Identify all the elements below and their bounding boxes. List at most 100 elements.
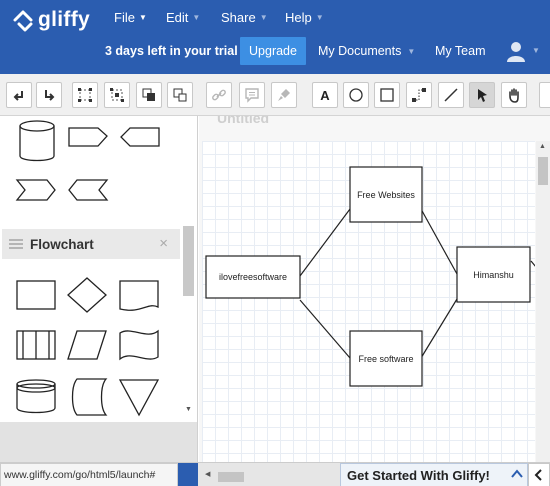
panel-scrollbar-thumb[interactable] bbox=[183, 226, 194, 296]
document-title[interactable]: Untitled bbox=[217, 116, 269, 126]
pointer-tool-icon bbox=[478, 89, 487, 102]
format-painter-button[interactable] bbox=[271, 82, 297, 108]
text-tool-button[interactable]: A bbox=[312, 82, 338, 108]
diagram-canvas[interactable]: ilovefreesoftware Free Websites Free sof… bbox=[202, 141, 535, 462]
menu-edit[interactable]: Edit ▼ bbox=[166, 10, 200, 25]
select-group-icon bbox=[78, 88, 92, 102]
user-avatar-icon[interactable] bbox=[505, 40, 527, 62]
stored-data-cylinder-shape[interactable] bbox=[15, 376, 59, 416]
chevron-down-icon[interactable]: ▼ bbox=[532, 46, 540, 55]
logo-text: gliffy bbox=[38, 8, 90, 31]
menu-help-label: Help bbox=[285, 10, 312, 25]
comment-icon bbox=[245, 88, 259, 103]
scroll-up-icon[interactable]: ▲ bbox=[539, 143, 546, 150]
link-icon bbox=[212, 89, 226, 101]
link-button[interactable] bbox=[206, 82, 232, 108]
my-team-link[interactable]: My Team bbox=[435, 44, 485, 58]
select-group-button[interactable] bbox=[72, 82, 98, 108]
document-shape[interactable] bbox=[117, 276, 161, 314]
gliffy-logo-icon bbox=[13, 10, 33, 32]
menu-edit-label: Edit bbox=[166, 10, 189, 25]
upgrade-button[interactable]: Upgrade bbox=[240, 37, 306, 65]
flowchart-section-header[interactable]: Flowchart × bbox=[2, 229, 180, 259]
undo-button[interactable] bbox=[6, 82, 32, 108]
node-label: Free Websites bbox=[357, 189, 415, 200]
pan-tool-icon bbox=[509, 88, 519, 103]
get-started-label: Get Started With Gliffy! bbox=[347, 467, 490, 483]
chevron-up-icon[interactable] bbox=[510, 467, 524, 481]
database-shape[interactable] bbox=[18, 120, 56, 162]
chevron-down-icon: ▼ bbox=[192, 13, 201, 22]
gliffy-app: gliffy File ▼ Edit ▼ Share ▼ Help ▼ 3 da… bbox=[0, 0, 550, 486]
node-label: ilovefreesoftware bbox=[218, 272, 288, 282]
chevron-shape[interactable] bbox=[14, 172, 58, 204]
reverse-chevron-shape[interactable] bbox=[66, 172, 110, 204]
text-tool-icon: A bbox=[320, 88, 330, 103]
format-painter-icon bbox=[278, 89, 290, 101]
close-icon[interactable]: × bbox=[159, 235, 168, 252]
line-tool-button[interactable] bbox=[438, 82, 464, 108]
node-label: Himanshu bbox=[473, 269, 514, 280]
menu-help[interactable]: Help ▼ bbox=[285, 10, 324, 25]
predefined-process-shape[interactable] bbox=[15, 326, 59, 364]
rectangle-tool-icon bbox=[380, 88, 394, 102]
toolbar-overflow-button[interactable] bbox=[539, 82, 550, 108]
connector-line[interactable] bbox=[420, 208, 458, 275]
ungroup-button[interactable] bbox=[104, 82, 130, 108]
display-shape[interactable] bbox=[118, 120, 162, 152]
top-header: gliffy File ▼ Edit ▼ Share ▼ Help ▼ 3 da… bbox=[0, 0, 550, 74]
chevron-down-icon: ▼ bbox=[407, 46, 416, 56]
menu-share[interactable]: Share ▼ bbox=[221, 10, 268, 25]
connector-tool-icon bbox=[412, 88, 426, 102]
send-to-back-button[interactable] bbox=[167, 82, 193, 108]
rectangle-tool-button[interactable] bbox=[374, 82, 400, 108]
ellipse-tool-button[interactable] bbox=[343, 82, 369, 108]
status-url: www.gliffy.com/go/html5/launch# bbox=[0, 463, 178, 486]
canvas-vertical-scrollbar[interactable]: ▲ bbox=[536, 141, 550, 462]
connector-line[interactable] bbox=[299, 208, 351, 277]
redo-button[interactable] bbox=[36, 82, 62, 108]
drag-handle-icon[interactable] bbox=[9, 239, 23, 249]
shape-row bbox=[0, 376, 180, 418]
pan-tool-button[interactable] bbox=[501, 82, 527, 108]
panel-toggle-strip[interactable] bbox=[178, 463, 198, 486]
connector-line[interactable] bbox=[299, 299, 351, 359]
comment-button[interactable] bbox=[239, 82, 265, 108]
trial-notice: 3 days left in your trial bbox=[105, 44, 238, 58]
scroll-down-icon[interactable]: ▼ bbox=[185, 406, 192, 413]
tape-shape[interactable] bbox=[117, 326, 161, 364]
chevron-left-icon bbox=[534, 469, 542, 481]
data-parallelogram-shape[interactable] bbox=[65, 326, 109, 364]
shape-row bbox=[0, 276, 180, 316]
shape-row bbox=[0, 172, 180, 216]
connector-tool-button[interactable] bbox=[406, 82, 432, 108]
connector-stub bbox=[530, 260, 535, 267]
get-started-button[interactable]: Get Started With Gliffy! bbox=[340, 463, 528, 486]
merge-triangle-shape[interactable] bbox=[117, 376, 161, 418]
shape-row bbox=[0, 326, 180, 366]
pointer-tool-button[interactable] bbox=[469, 82, 495, 108]
bring-front-icon bbox=[142, 88, 155, 101]
canvas-scroll-thumb[interactable] bbox=[538, 157, 548, 185]
my-documents-label: My Documents bbox=[318, 44, 402, 58]
chevron-down-icon: ▼ bbox=[138, 13, 147, 22]
stored-data-shape[interactable] bbox=[65, 376, 109, 418]
canvas-horizontal-scroll-thumb[interactable] bbox=[218, 472, 244, 482]
decision-diamond-shape[interactable] bbox=[65, 276, 109, 314]
menu-file[interactable]: File ▼ bbox=[114, 10, 147, 25]
my-documents-menu[interactable]: My Documents ▼ bbox=[318, 44, 415, 58]
collapse-panel-button[interactable] bbox=[528, 463, 550, 486]
panel-footer bbox=[0, 422, 197, 462]
node-label: Free software bbox=[358, 353, 414, 364]
diagram-canvas-area: Untitled ilovefreesoftware Free Websites… bbox=[199, 116, 550, 462]
scroll-left-icon[interactable]: ◀ bbox=[205, 470, 210, 478]
send-back-icon bbox=[173, 88, 187, 102]
svg-text:A: A bbox=[320, 88, 330, 103]
gliffy-logo[interactable]: gliffy bbox=[10, 6, 90, 34]
rectangle-shape[interactable] bbox=[15, 276, 59, 314]
connector-line[interactable] bbox=[420, 298, 458, 359]
toolbar: A bbox=[0, 74, 550, 116]
bring-to-front-button[interactable] bbox=[136, 82, 162, 108]
line-tool-icon bbox=[444, 88, 458, 102]
process-arrow-shape[interactable] bbox=[66, 120, 110, 152]
